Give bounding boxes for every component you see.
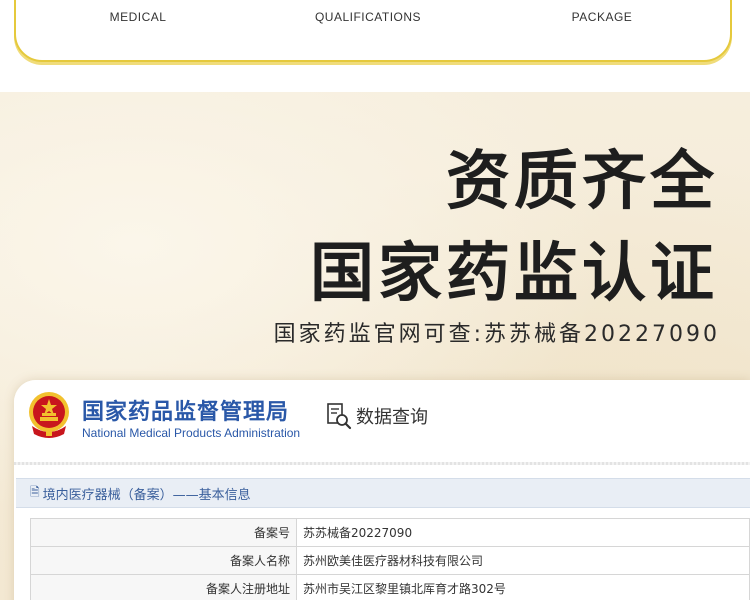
- row-key: 备案人注册地址: [30, 574, 297, 600]
- record-info-table: 备案号 苏苏械备20227090 备案人名称 苏州欧美佳医疗器材科技有限公司 备…: [30, 518, 750, 600]
- document-icon: 🗎: [30, 484, 40, 499]
- row-key: 备案人名称: [30, 546, 297, 575]
- row-value: 苏州市吴江区黎里镇北厍育才路302号: [296, 574, 750, 600]
- headline-certified: 国家药监认证: [310, 237, 718, 311]
- nmpa-header: 国家药品监督管理局 National Medical Products Admi…: [14, 380, 750, 462]
- document-search-icon: [327, 403, 352, 430]
- feature-label-package: PACKAGE: [571, 10, 633, 24]
- table-row: 备案号 苏苏械备20227090: [30, 518, 750, 547]
- breadcrumb: 🗎 境内医疗器械（备案）——基本信息: [16, 478, 750, 508]
- table-row: 备案人注册地址 苏州市吴江区黎里镇北厍育才路302号: [30, 574, 750, 600]
- feature-item-medical: MEDICAL: [38, 0, 238, 32]
- feature-item-package: PACKAGE: [502, 0, 702, 32]
- row-value: 苏苏械备20227090: [296, 518, 750, 547]
- feature-label-qualifications: QUALIFICATIONS: [314, 10, 422, 24]
- breadcrumb-text: 境内医疗器械（备案）——基本信息: [42, 487, 251, 503]
- record-number-subline: 国家药监官网可查:苏苏械备20227090: [273, 322, 720, 347]
- table-row: 备案人名称 苏州欧美佳医疗器材科技有限公司: [30, 546, 750, 575]
- feature-card: MEDICAL QUALIFICATIONS PACKAGE: [14, 0, 732, 62]
- headline-qualified: 资质齐全: [446, 145, 718, 219]
- row-value: 苏州欧美佳医疗器材科技有限公司: [296, 546, 750, 575]
- row-key: 备案号: [30, 518, 297, 547]
- data-query-label: 数据查询: [356, 407, 428, 428]
- feature-item-qualifications: QUALIFICATIONS: [268, 0, 468, 32]
- top-band: MEDICAL QUALIFICATIONS PACKAGE: [0, 0, 750, 92]
- feature-label-medical: MEDICAL: [109, 10, 167, 24]
- data-query-link[interactable]: 数据查询: [326, 402, 428, 430]
- agency-name-cn[interactable]: 国家药品监督管理局: [82, 394, 289, 426]
- nmpa-record-panel: 国家药品监督管理局 National Medical Products Admi…: [14, 380, 750, 600]
- national-emblem-icon: [29, 392, 69, 438]
- header-divider: [14, 462, 750, 465]
- agency-name-en: National Medical Products Administration: [82, 426, 301, 440]
